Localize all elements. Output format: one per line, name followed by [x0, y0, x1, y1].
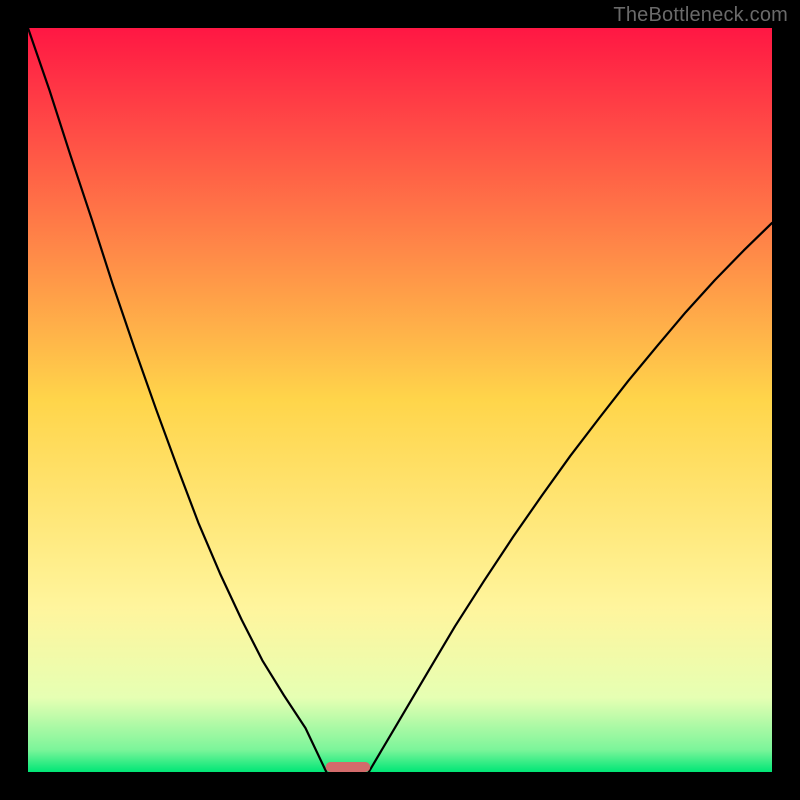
gradient-background	[28, 28, 772, 772]
plot-area	[28, 28, 772, 772]
chart-frame: TheBottleneck.com	[0, 0, 800, 800]
optimal-balance-marker	[326, 762, 371, 772]
bottleneck-plot	[28, 28, 772, 772]
watermark-text: TheBottleneck.com	[613, 4, 788, 27]
